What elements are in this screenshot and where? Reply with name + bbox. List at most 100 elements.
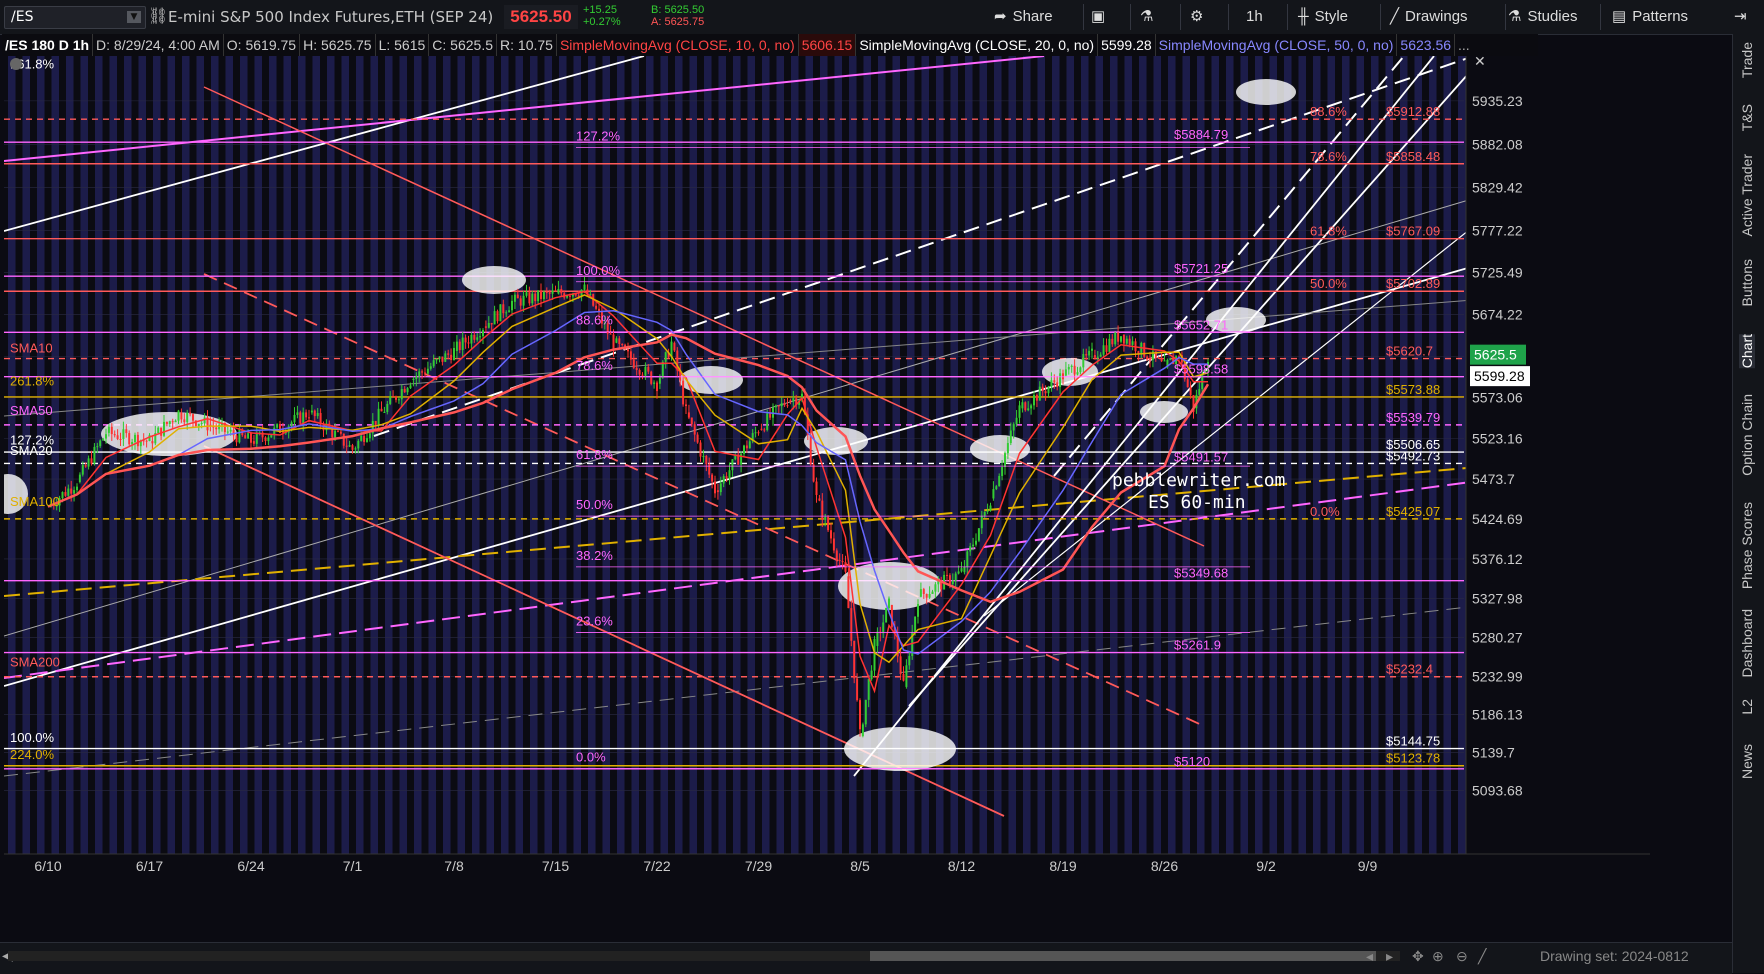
candle-body xyxy=(180,412,183,420)
camera-button[interactable]: ▣ xyxy=(1091,5,1111,29)
candle-body xyxy=(136,434,139,447)
candle-body xyxy=(482,330,484,337)
candle-body xyxy=(264,437,267,442)
session-stripe xyxy=(211,56,219,854)
price-level-label: $5620.7 xyxy=(1386,344,1433,359)
scroll-left-small-icon[interactable]: ◂ xyxy=(1366,948,1373,965)
candle-body xyxy=(615,338,618,343)
candle-body xyxy=(731,459,734,471)
candle-body xyxy=(200,423,203,425)
candle-body xyxy=(1096,356,1099,358)
candle-body xyxy=(1027,408,1030,411)
tab-dashboard[interactable]: Dashboard xyxy=(1739,609,1755,678)
price-level-label: $5491.57 xyxy=(1174,449,1228,464)
candle-body xyxy=(960,568,963,572)
bar-low: L: 5615 xyxy=(376,34,430,56)
candle-body xyxy=(511,300,513,311)
candle-body xyxy=(415,376,418,380)
candle-body xyxy=(363,435,366,442)
tab-buttons[interactable]: Buttons xyxy=(1739,259,1755,306)
candle-body xyxy=(447,353,450,355)
tab-trade[interactable]: Trade xyxy=(1739,42,1755,78)
fib-level-label: 0.0% xyxy=(576,749,606,764)
drawing-set-label[interactable]: Drawing set: 2024-0812 xyxy=(1540,948,1689,964)
scrollbar-thumb[interactable] xyxy=(870,951,1376,961)
drag-handle-icon[interactable] xyxy=(10,58,22,70)
y-tick-label: 5232.99 xyxy=(1472,668,1523,684)
candle-body xyxy=(395,396,397,400)
patterns-button[interactable]: ▤ Patterns xyxy=(1612,5,1688,29)
settings-button[interactable]: ⚙ xyxy=(1190,5,1209,29)
link-icon[interactable]: ⛓ xyxy=(148,6,168,25)
collapse-icon: ⇥ xyxy=(1734,8,1747,25)
flask-button[interactable]: ⚗ xyxy=(1140,5,1159,29)
candle-body xyxy=(1102,345,1105,355)
chevron-down-icon[interactable]: ▼ xyxy=(127,11,141,23)
candle-body xyxy=(186,412,189,423)
tab-l2[interactable]: L2 xyxy=(1739,699,1755,715)
x-tick-label: 7/29 xyxy=(745,858,772,874)
candle-body xyxy=(165,421,168,424)
zoom-out-icon[interactable]: ⊖ xyxy=(1456,948,1468,965)
candle-body xyxy=(687,412,690,418)
price-level-label: $5120 xyxy=(1174,754,1210,769)
candle-body xyxy=(160,427,163,436)
x-tick-label: 8/26 xyxy=(1151,858,1178,874)
drawings-button[interactable]: ╱ Drawings xyxy=(1390,5,1468,29)
candle-body xyxy=(1099,354,1102,357)
y-tick-label: 5725.49 xyxy=(1472,265,1523,281)
price-chart[interactable]: $5912.88 88.6% $5884.79 $5858.48 78.6% $5767.… xyxy=(4,56,1650,914)
symbol-selector[interactable]: /ES ▼ xyxy=(4,6,146,29)
candle-body xyxy=(934,584,937,592)
candle-body xyxy=(1018,405,1021,418)
flask-icon: ⚗ xyxy=(1508,8,1522,25)
candle-body xyxy=(313,410,316,417)
candle-body xyxy=(1128,338,1131,345)
pan-icon[interactable]: ✥ xyxy=(1412,948,1424,965)
session-stripe xyxy=(631,56,639,854)
tab-news[interactable]: News xyxy=(1739,744,1755,779)
candle-body xyxy=(1105,345,1108,352)
candle-body xyxy=(551,290,554,294)
candle-body xyxy=(168,421,171,424)
style-button[interactable]: ╫ Style xyxy=(1298,5,1348,29)
draw-icon[interactable]: ╱ xyxy=(1478,948,1486,965)
candle-body xyxy=(400,388,403,400)
tab-chart[interactable]: Chart xyxy=(1739,334,1755,369)
share-button[interactable]: ➦ Share xyxy=(994,5,1053,29)
candle-body xyxy=(473,334,476,340)
candle-body xyxy=(1053,380,1056,383)
crosshair-icon[interactable]: ✕ xyxy=(1474,56,1486,70)
candles-icon: ╫ xyxy=(1298,8,1309,25)
tab-t-s[interactable]: T&S xyxy=(1739,104,1755,131)
candle-body xyxy=(995,486,998,490)
candle-body xyxy=(435,359,438,361)
watermark-line-2: ES 60-min xyxy=(1148,492,1246,513)
scroll-right-small-icon[interactable]: ▸ xyxy=(1386,948,1393,965)
zoom-icon[interactable]: ⊕ xyxy=(1432,948,1444,965)
y-tick-label: 5093.68 xyxy=(1472,782,1523,798)
timeframe-button[interactable]: 1h xyxy=(1246,5,1263,29)
session-stripe xyxy=(1052,56,1060,854)
candle-body xyxy=(105,434,107,439)
candle-body xyxy=(1067,366,1070,370)
collapse-panel-button[interactable]: ⇥ xyxy=(1734,5,1753,29)
last-price: 5625.50 xyxy=(504,5,578,29)
candle-body xyxy=(453,348,455,361)
price-level-label: $5144.75 xyxy=(1386,734,1440,749)
highlight-oval xyxy=(462,266,526,294)
session-stripe xyxy=(1443,56,1451,854)
tab-phase-scores[interactable]: Phase Scores xyxy=(1739,502,1755,589)
more-studies-ellipsis[interactable]: ... xyxy=(1455,34,1473,56)
session-stripe xyxy=(472,56,480,854)
candle-body xyxy=(818,498,821,501)
tab-option-chain[interactable]: Option Chain xyxy=(1739,394,1755,476)
session-stripe xyxy=(66,56,74,854)
pct-change: +0.27% xyxy=(583,16,621,28)
tab-active-trader[interactable]: Active Trader xyxy=(1739,154,1755,236)
candle-body xyxy=(1009,430,1012,444)
candle-body xyxy=(531,293,534,304)
studies-button[interactable]: ⚗ Studies xyxy=(1508,5,1578,29)
left-level-label: SMA10 xyxy=(10,341,53,356)
toolbar-divider xyxy=(1287,4,1288,30)
